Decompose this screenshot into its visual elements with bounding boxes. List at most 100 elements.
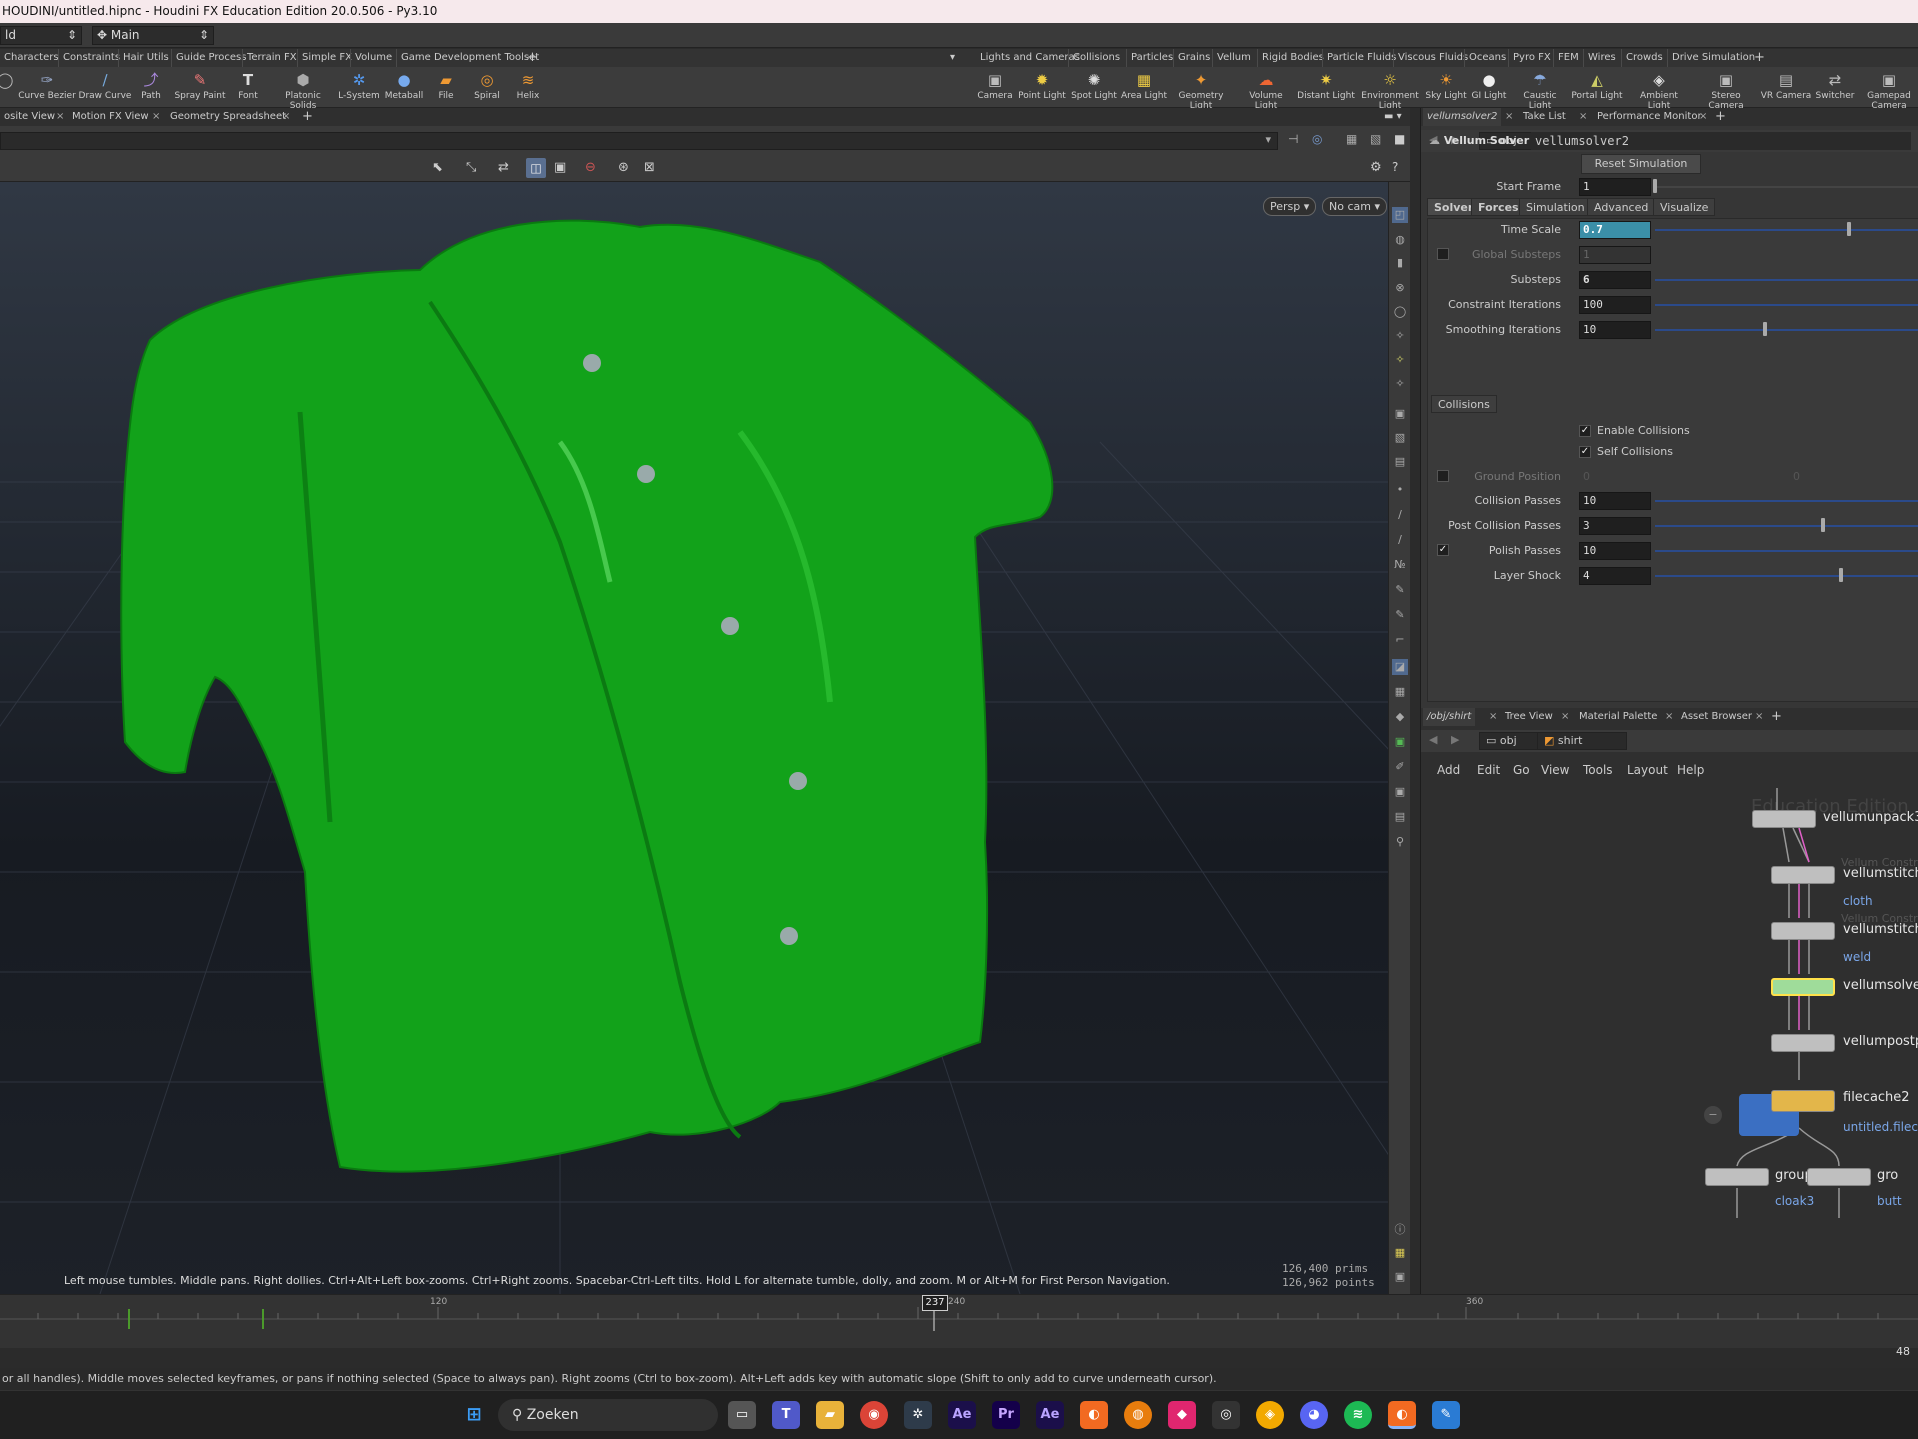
- shelf-tab-wires[interactable]: Wires: [1583, 49, 1616, 67]
- close-icon[interactable]: ×: [148, 108, 164, 126]
- spotify-icon[interactable]: ≋: [1344, 1401, 1372, 1429]
- record-icon[interactable]: ⊖: [585, 160, 596, 175]
- move-icon[interactable]: ⤡: [466, 160, 476, 175]
- node-vellumunpack3[interactable]: [1752, 810, 1816, 828]
- tab-forces[interactable]: Forces: [1471, 198, 1526, 216]
- close-icon[interactable]: ×: [1485, 708, 1501, 726]
- minus-icon[interactable]: −: [1704, 1106, 1722, 1124]
- polish-passes-slider[interactable]: [1655, 550, 1918, 552]
- screenshot-icon[interactable]: ▣: [1392, 1269, 1408, 1285]
- shelf-tab-hair-utils[interactable]: Hair Utils: [118, 49, 169, 67]
- tool-distant-light[interactable]: ✷ Distant Light: [1297, 69, 1355, 107]
- pin-icon[interactable]: ⊣: [1288, 132, 1298, 146]
- light-icon[interactable]: ✧: [1392, 328, 1408, 344]
- menu-tools[interactable]: Tools: [1583, 760, 1613, 780]
- node-group3[interactable]: [1807, 1168, 1871, 1186]
- viewport[interactable]: Persp ▾ No cam ▾ Left mouse tumbles. Mid…: [0, 182, 1388, 1294]
- grid-icon[interactable]: ▦: [1392, 684, 1408, 700]
- shelf-tab-oceans[interactable]: Oceans: [1464, 49, 1506, 67]
- node-vellumstitch-weld[interactable]: [1771, 922, 1835, 940]
- brush-icon[interactable]: ✎: [1392, 582, 1408, 598]
- smoothing-iterations-slider[interactable]: [1655, 329, 1918, 331]
- menu-add[interactable]: Add: [1437, 760, 1460, 780]
- close-icon[interactable]: ×: [1751, 708, 1767, 726]
- after-effects-icon[interactable]: Ae: [948, 1401, 976, 1429]
- global-substeps-field[interactable]: 1: [1579, 246, 1651, 264]
- layer-shock-field[interactable]: 4: [1579, 567, 1651, 585]
- desktop-combo[interactable]: ✥ Main ⇕: [92, 26, 214, 45]
- shelf-tab-simple-fx[interactable]: Simple FX: [297, 49, 352, 67]
- shelf-tab-drive-simulation[interactable]: Drive Simulation: [1667, 49, 1755, 67]
- post-collision-passes-field[interactable]: 3: [1579, 517, 1651, 535]
- tab-vellumsolver2[interactable]: vellumsolver2: [1423, 108, 1502, 126]
- range-slider[interactable]: [0, 1343, 1900, 1357]
- substeps-field[interactable]: 6: [1579, 271, 1651, 289]
- viewer-path-field[interactable]: ▾: [0, 132, 1278, 150]
- task-view-icon[interactable]: ▭: [728, 1401, 756, 1429]
- tool-platonic-solids[interactable]: ⬢ Platonic Solids: [274, 69, 332, 111]
- node-vellumpostprocess[interactable]: [1771, 1034, 1835, 1052]
- slider-knob[interactable]: [1821, 518, 1825, 532]
- polish-passes-field[interactable]: 10: [1579, 542, 1651, 560]
- shelf-tab-game-dev[interactable]: Game Development Toolset: [396, 49, 539, 67]
- enable-collisions-checkbox[interactable]: ✓: [1579, 425, 1591, 437]
- add-tab-icon[interactable]: +: [1754, 49, 1765, 67]
- shelf-tab-guide-process[interactable]: Guide Process: [171, 49, 246, 67]
- maximize-icon[interactable]: ■: [1394, 132, 1405, 146]
- shelf-tab-pyro-fx[interactable]: Pyro FX: [1508, 49, 1551, 67]
- tool-gi-light[interactable]: ● GI Light: [1460, 69, 1518, 107]
- reset-simulation-button[interactable]: Reset Simulation: [1581, 154, 1701, 174]
- tab-asset-browser[interactable]: Asset Browser: [1677, 708, 1756, 726]
- node-group2[interactable]: [1705, 1168, 1769, 1186]
- path-obj[interactable]: ▭ obj: [1479, 732, 1539, 750]
- windows-start-icon[interactable]: ⊞: [460, 1401, 488, 1429]
- tool-stereo-camera[interactable]: ▣ Stereo Camera: [1697, 69, 1755, 111]
- tab-tree-view[interactable]: Tree View: [1501, 708, 1557, 726]
- tool-geometry-light[interactable]: ✦ Geometry Light: [1172, 69, 1230, 111]
- shelf-tab-rigid-bodies[interactable]: Rigid Bodies: [1257, 49, 1324, 67]
- menu-go[interactable]: Go: [1513, 760, 1530, 780]
- blender-icon[interactable]: ◍: [1124, 1401, 1152, 1429]
- chrome-icon[interactable]: ◉: [860, 1401, 888, 1429]
- slider-knob[interactable]: [1763, 322, 1767, 336]
- menu-edit[interactable]: Edit: [1477, 760, 1500, 780]
- texture-icon[interactable]: ▤: [1392, 454, 1408, 470]
- paint-icon[interactable]: ✎: [1432, 1401, 1460, 1429]
- close-icon[interactable]: ×: [1575, 108, 1591, 126]
- browser-icon[interactable]: ◈: [1256, 1401, 1284, 1429]
- flipbook-icon[interactable]: ⊛: [618, 160, 629, 175]
- context-combo[interactable]: ld ⇕: [0, 26, 82, 45]
- premiere-icon[interactable]: Pr: [992, 1401, 1020, 1429]
- shade-icon[interactable]: ▤: [1392, 809, 1408, 825]
- substeps-slider[interactable]: [1655, 279, 1918, 281]
- tab-advanced[interactable]: Advanced: [1587, 198, 1656, 216]
- tab-geometry-spreadsheet[interactable]: Geometry Spreadsheet: [166, 108, 290, 126]
- tool-area-light[interactable]: ▦ Area Light: [1115, 69, 1173, 107]
- tab-take-list[interactable]: Take List: [1519, 108, 1570, 126]
- close-icon[interactable]: ×: [1557, 708, 1573, 726]
- box-icon[interactable]: ▣: [1392, 784, 1408, 800]
- view-icon[interactable]: ◰: [1392, 207, 1408, 223]
- close-icon[interactable]: ×: [1695, 108, 1711, 126]
- taskbar-search[interactable]: ⚲ Zoeken: [498, 1399, 718, 1431]
- tool-helix[interactable]: ≋ Helix: [499, 69, 557, 107]
- close-icon[interactable]: ×: [1661, 708, 1677, 726]
- tool-icon[interactable]: ✐: [1392, 759, 1408, 775]
- snap-icon[interactable]: ◫: [526, 158, 546, 178]
- tab-material-palette[interactable]: Material Palette: [1575, 708, 1661, 726]
- cam-icon[interactable]: ▣: [1392, 734, 1408, 750]
- shelf-tab-fem[interactable]: FEM: [1553, 49, 1579, 67]
- background-icon[interactable]: ▧: [1392, 430, 1408, 446]
- tool-caustic-light[interactable]: ☂ Caustic Light: [1511, 69, 1569, 111]
- menu-help[interactable]: Help: [1677, 760, 1704, 780]
- headlight-icon[interactable]: ✧: [1392, 376, 1408, 392]
- time-scale-field[interactable]: 0.7: [1579, 221, 1651, 239]
- shelf-tab-volume[interactable]: Volume: [350, 49, 392, 67]
- shelf-tab-crowds[interactable]: Crowds: [1621, 49, 1663, 67]
- slider-knob[interactable]: [1839, 568, 1843, 582]
- wire-icon[interactable]: ◯: [1392, 304, 1408, 320]
- shelf-tab-terrain-fx[interactable]: Terrain FX: [242, 49, 297, 67]
- tool-environment-light[interactable]: ☼ Environment Light: [1361, 69, 1419, 111]
- slider-knob[interactable]: [1847, 222, 1851, 236]
- dropdown-arrow-icon[interactable]: ▾: [950, 49, 955, 67]
